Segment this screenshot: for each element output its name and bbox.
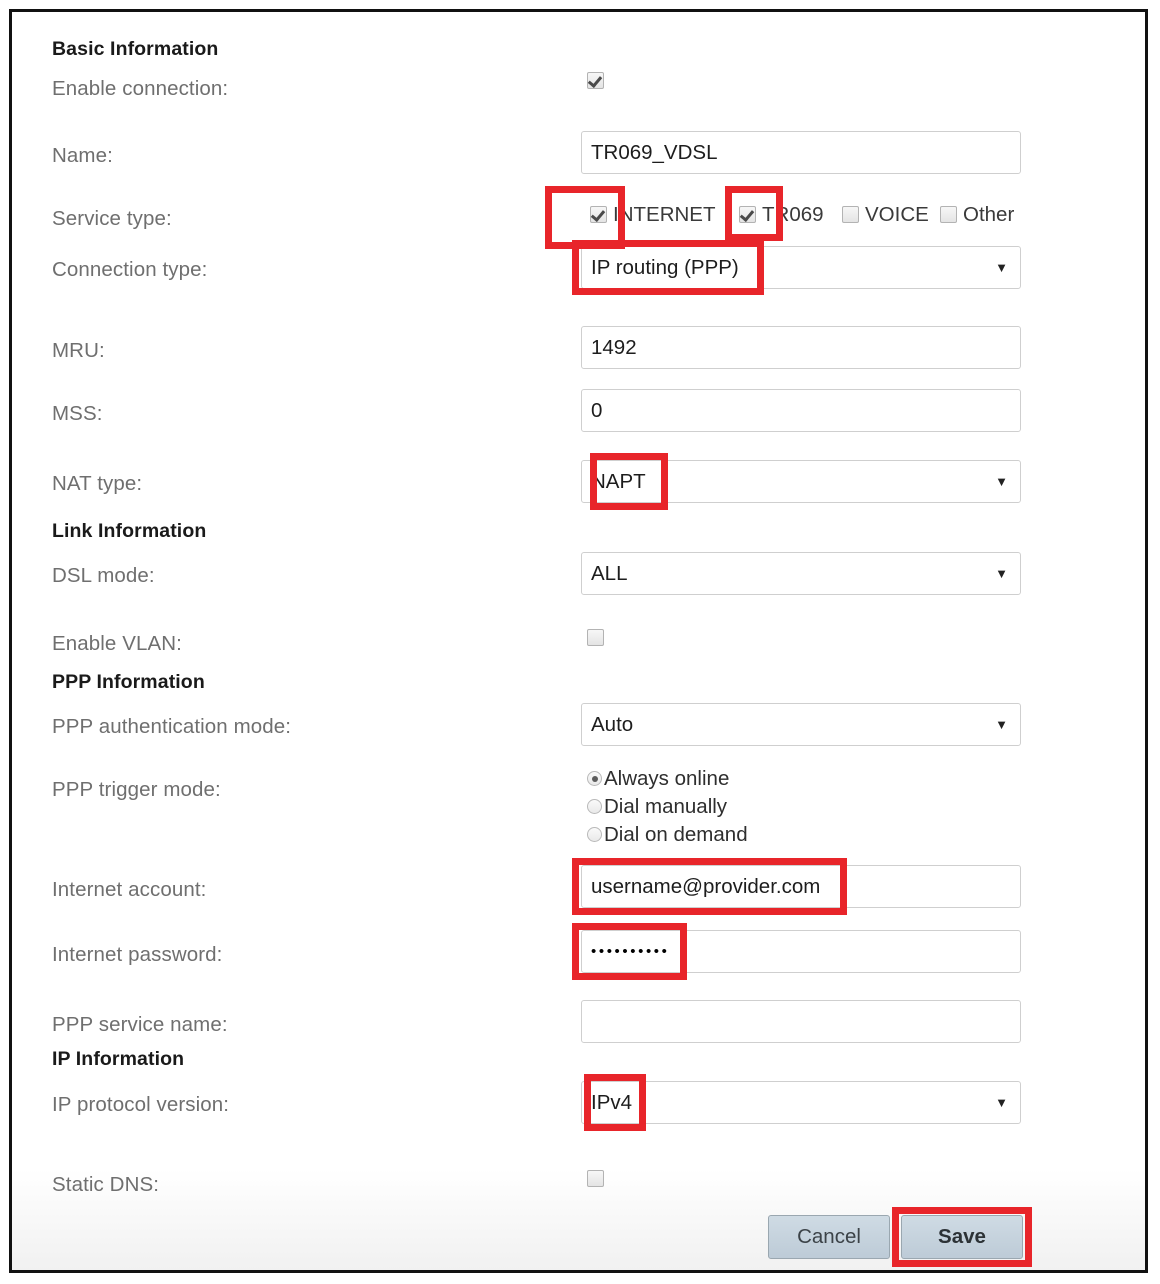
select-nat-type[interactable]: NAPT ▼ [581,460,1021,503]
label-ppp-service-name: PPP service name: [52,1013,228,1036]
label-static-dns: Static DNS: [52,1173,160,1196]
label-service-type: Service type: [52,207,172,230]
checkbox-service-other[interactable] [940,206,957,223]
label-internet-account: Internet account: [52,878,207,901]
label-service-tr069: TR069 [762,203,824,226]
chevron-down-icon: ▼ [995,566,1008,581]
section-title-link-information: Link Information [52,520,207,542]
save-button[interactable]: Save [901,1215,1023,1259]
chevron-down-icon: ▼ [995,1095,1008,1110]
select-dsl-mode[interactable]: ALL ▼ [581,552,1021,595]
input-internet-password[interactable]: •••••••••• [581,930,1021,973]
chevron-down-icon: ▼ [995,260,1008,275]
settings-form: Basic Information Enable connection: Nam… [12,12,1145,1270]
label-dial-manually: Dial manually [604,795,728,818]
settings-page-frame: Basic Information Enable connection: Nam… [9,9,1148,1273]
select-ip-protocol-version-value: IPv4 [591,1091,633,1114]
label-ppp-auth-mode: PPP authentication mode: [52,715,292,738]
checkbox-service-tr069[interactable] [739,206,756,223]
checkbox-enable-vlan[interactable] [587,629,604,646]
label-ip-protocol-version: IP protocol version: [52,1093,230,1116]
label-dsl-mode: DSL mode: [52,564,155,587]
select-ppp-auth-mode[interactable]: Auto ▼ [581,703,1021,746]
label-ppp-trigger-mode: PPP trigger mode: [52,778,221,801]
label-mru: MRU: [52,339,105,362]
select-dsl-mode-value: ALL [591,562,628,585]
input-ppp-service-name[interactable] [581,1000,1021,1043]
chevron-down-icon: ▼ [995,474,1008,489]
label-mss: MSS: [52,402,103,425]
label-always-online: Always online [604,767,730,790]
section-title-ip-information: IP Information [52,1048,185,1070]
select-ppp-auth-mode-value: Auto [591,713,634,736]
label-nat-type: NAT type: [52,472,143,495]
label-enable-connection: Enable connection: [52,77,229,100]
cancel-button[interactable]: Cancel [768,1215,890,1259]
label-dial-on-demand: Dial on demand [604,823,748,846]
checkbox-service-voice[interactable] [842,206,859,223]
radio-always-online[interactable] [587,771,602,786]
select-nat-type-value: NAPT [591,470,646,493]
checkbox-enable-connection[interactable] [587,72,604,89]
select-ip-protocol-version[interactable]: IPv4 ▼ [581,1081,1021,1124]
input-name[interactable]: TR069_VDSL [581,131,1021,174]
radio-dial-manually[interactable] [587,799,602,814]
select-connection-type-value: IP routing (PPP) [591,256,739,279]
checkbox-static-dns[interactable] [587,1170,604,1187]
checkbox-service-internet[interactable] [590,206,607,223]
label-service-voice: VOICE [865,203,929,226]
section-title-basic-information: Basic Information [52,38,219,60]
label-connection-type: Connection type: [52,258,208,281]
chevron-down-icon: ▼ [995,717,1008,732]
input-mss[interactable]: 0 [581,389,1021,432]
label-internet-password: Internet password: [52,943,223,966]
label-service-other: Other [963,203,1015,226]
label-service-internet: INTERNET [613,203,716,226]
input-internet-account[interactable]: username@provider.com [581,865,1021,908]
radio-dial-on-demand[interactable] [587,827,602,842]
select-connection-type[interactable]: IP routing (PPP) ▼ [581,246,1021,289]
section-title-ppp-information: PPP Information [52,671,205,693]
label-enable-vlan: Enable VLAN: [52,632,182,655]
input-mru[interactable]: 1492 [581,326,1021,369]
label-name: Name: [52,144,113,167]
